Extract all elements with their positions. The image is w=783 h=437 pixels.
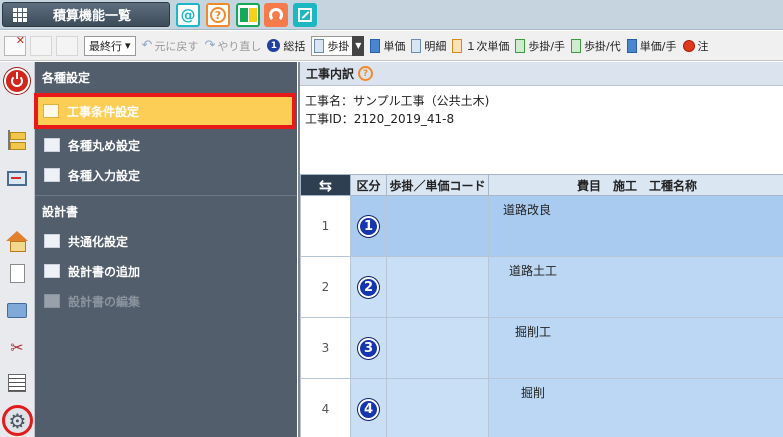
name-cell[interactable]: 掘削 <box>488 378 783 437</box>
buke-select[interactable]: 歩掛 ▼ <box>311 35 365 56</box>
note-button[interactable]: 注 <box>682 38 709 54</box>
support-icon[interactable] <box>264 3 288 27</box>
note-icon <box>682 39 695 52</box>
redo-button[interactable]: ↷ やり直し <box>204 38 261 54</box>
list-icon <box>44 138 60 152</box>
buke-dai-button[interactable]: 歩掛/代 <box>571 38 621 54</box>
column-header-kubun: 区分 <box>350 174 387 196</box>
level-circle-icon: 4 <box>358 398 379 420</box>
book-icon <box>452 38 463 53</box>
code-cell[interactable] <box>386 378 489 437</box>
book-icon <box>515 38 526 53</box>
project-name: 工事名：サンプル工事（公共土木) <box>305 94 490 108</box>
home-icon[interactable] <box>5 224 29 252</box>
name-cell[interactable]: 道路土工 <box>488 256 783 318</box>
document-add-icon <box>44 264 60 278</box>
document-icon[interactable] <box>5 261 29 285</box>
function-list-label: 積算機能一覧 <box>53 9 132 24</box>
book-icon <box>411 38 422 53</box>
book-search-icon <box>626 38 637 53</box>
table-row[interactable]: 2 2 道路土工 <box>300 256 783 318</box>
swap-columns-icon[interactable]: ⇆ <box>300 174 351 196</box>
content-title-bar: 工事内訳 ? <box>300 62 783 86</box>
code-cell[interactable] <box>386 195 489 257</box>
table-row[interactable]: 1 1 道路改良 <box>300 195 783 257</box>
section-title-design-doc: 設計書 <box>42 204 79 219</box>
at-icon[interactable]: @ <box>176 3 200 27</box>
meisai-button[interactable]: 明細 <box>411 38 446 54</box>
row-number: 3 <box>300 317 351 379</box>
list-icon <box>43 104 59 118</box>
latest-row-select[interactable]: 最終行 ▾ <box>84 35 136 56</box>
book-add-icon <box>571 38 582 53</box>
page-title: 工事内訳 <box>306 67 355 81</box>
content-panel: 工事内訳 ? 工事名：サンプル工事（公共土木) 工事ID：2120_2019_4… <box>298 62 783 437</box>
project-info: 工事名：サンプル工事（公共土木) 工事ID：2120_2019_41-8 <box>300 86 783 174</box>
beginner-mark-icon[interactable] <box>236 3 260 27</box>
ichiji-tanka-button[interactable]: １次単価 <box>452 38 509 54</box>
row-number: 1 <box>300 195 351 257</box>
breakdown-grid: ⇆ 区分 歩掛／単価コード 費目 施工 工種名称 1 1 道路改良 2 2 道路… <box>300 174 783 437</box>
link-icon <box>44 234 60 248</box>
screen-icon[interactable] <box>5 166 29 190</box>
list-icon[interactable] <box>5 371 29 395</box>
settings-nav: 各種設定 工事条件設定 各種丸め設定 各種入力設定 設計書 共通化設定 設計書の… <box>34 62 297 437</box>
left-icon-rail: ✂ ⚙ <box>0 62 35 437</box>
undo-button[interactable]: ↶ 元に戻す <box>142 38 199 54</box>
folder-icon[interactable] <box>5 298 29 322</box>
tools-icon[interactable]: ✂ <box>5 335 29 359</box>
code-cell[interactable] <box>386 256 489 318</box>
table-row[interactable]: 4 4 掘削 <box>300 378 783 437</box>
expand-icon[interactable] <box>293 3 317 27</box>
grid-menu-icon <box>13 7 27 22</box>
project-id: 工事ID：2120_2019_41-8 <box>305 112 455 126</box>
soukatsu-button[interactable]: 1 総括 <box>267 38 305 54</box>
row-number: 2 <box>300 256 351 318</box>
copy-icon <box>44 168 60 182</box>
level-circle-icon: 1 <box>358 215 379 237</box>
redo-arrow-icon: ↷ <box>204 38 216 53</box>
power-icon[interactable] <box>4 68 30 94</box>
undo-arrow-icon: ↶ <box>141 38 153 53</box>
name-cell[interactable]: 道路改良 <box>488 195 783 257</box>
section-title-settings: 各種設定 <box>42 70 91 85</box>
book-icon <box>314 38 325 53</box>
name-cell[interactable]: 掘削工 <box>488 317 783 379</box>
help-icon[interactable]: ? <box>358 66 374 81</box>
chevron-down-icon: ▼ <box>352 35 365 56</box>
gear-icon[interactable]: ⚙ <box>2 405 33 436</box>
nav-item-rounding-settings[interactable]: 各種丸め設定 <box>38 130 294 160</box>
nav-item-input-settings[interactable]: 各種入力設定 <box>38 160 294 190</box>
tanka-button[interactable]: 単価 <box>370 38 405 54</box>
buke-te-button[interactable]: 歩掛/手 <box>515 38 565 54</box>
top-bar: 積算機能一覧 @ ? <box>0 0 783 30</box>
tanka-te-button[interactable]: 単価/手 <box>626 38 677 54</box>
grid-layout-icon[interactable] <box>56 35 78 56</box>
level-circle-icon: 2 <box>358 276 379 298</box>
globe-icon <box>370 38 381 53</box>
toolbar: 最終行 ▾ ↶ 元に戻す ↷ やり直し 1 総括 歩掛 ▼ 単価 明細 １次単価… <box>0 31 783 61</box>
code-cell[interactable] <box>386 317 489 379</box>
delete-grid-icon[interactable] <box>4 34 26 56</box>
table-row[interactable]: 3 3 掘削工 <box>300 317 783 379</box>
tree-structure-icon[interactable] <box>5 128 29 152</box>
level-circle-icon: 3 <box>358 337 379 359</box>
nav-item-edit-design-doc: 設計書の編集 <box>38 286 294 316</box>
help-icon[interactable]: ? <box>206 3 230 27</box>
function-list-button[interactable]: 積算機能一覧 <box>2 2 170 27</box>
nav-item-add-design-doc[interactable]: 設計書の追加 <box>38 256 294 286</box>
document-edit-icon <box>44 294 60 308</box>
nav-item-common-settings[interactable]: 共通化設定 <box>38 226 294 256</box>
column-header-name: 費目 施工 工種名称 <box>488 174 783 196</box>
row-number: 4 <box>300 378 351 437</box>
chevron-down-icon: ▾ <box>125 39 131 52</box>
number-one-icon: 1 <box>267 39 281 52</box>
column-header-code: 歩掛／単価コード <box>386 174 489 196</box>
nav-item-construction-conditions[interactable]: 工事条件設定 <box>34 93 296 129</box>
edit-grid-icon[interactable] <box>30 35 52 56</box>
